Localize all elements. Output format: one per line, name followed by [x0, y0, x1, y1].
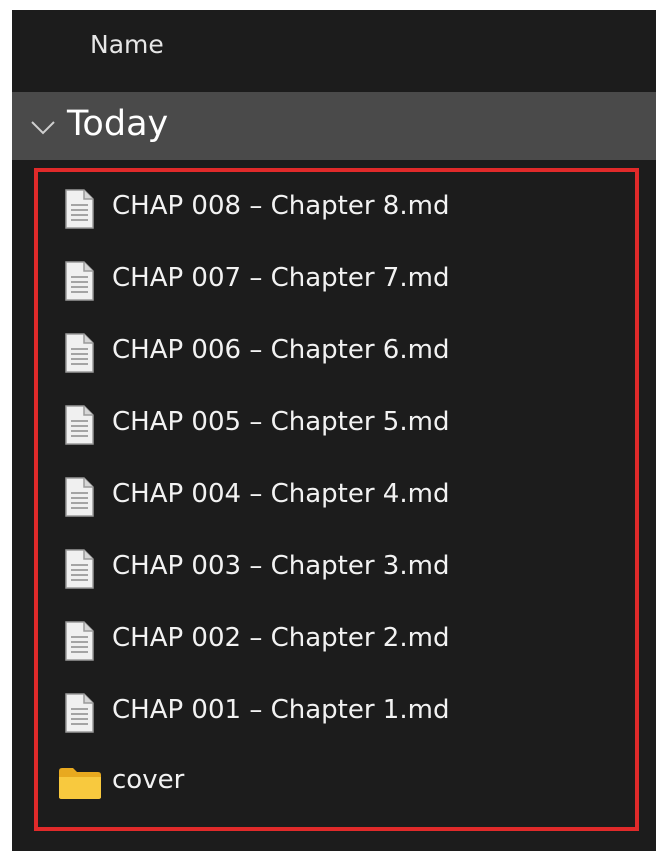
- list-item[interactable]: CHAP 007 – Chapter 7.md: [38, 249, 635, 313]
- column-header: Name: [12, 10, 656, 92]
- file-name: CHAP 001 – Chapter 1.md: [112, 695, 450, 725]
- list-item[interactable]: CHAP 002 – Chapter 2.md: [38, 609, 635, 673]
- document-icon: [65, 261, 94, 301]
- list-item[interactable]: CHAP 005 – Chapter 5.md: [38, 393, 635, 457]
- list-item[interactable]: CHAP 004 – Chapter 4.md: [38, 465, 635, 529]
- document-icon: [65, 693, 94, 733]
- document-icon: [65, 405, 94, 445]
- document-icon: [65, 477, 94, 517]
- name-column-header[interactable]: Name: [90, 30, 164, 59]
- file-name: CHAP 003 – Chapter 3.md: [112, 551, 450, 581]
- file-name: CHAP 006 – Chapter 6.md: [112, 335, 450, 365]
- file-explorer-window: Name Today CHAP 008 – Chapter 8.md CHAP …: [12, 10, 656, 851]
- file-name: CHAP 008 – Chapter 8.md: [112, 191, 450, 221]
- list-item[interactable]: CHAP 003 – Chapter 3.md: [38, 537, 635, 601]
- chevron-down-icon[interactable]: [28, 112, 58, 142]
- file-name: CHAP 004 – Chapter 4.md: [112, 479, 450, 509]
- group-header-today[interactable]: Today: [12, 92, 656, 160]
- document-icon: [65, 621, 94, 661]
- list-item[interactable]: CHAP 008 – Chapter 8.md: [38, 177, 635, 241]
- folder-name: cover: [112, 765, 185, 795]
- group-label: Today: [67, 104, 169, 144]
- document-icon: [65, 189, 94, 229]
- folder-icon: [59, 768, 101, 799]
- file-name: CHAP 005 – Chapter 5.md: [112, 407, 450, 437]
- file-list-highlight: CHAP 008 – Chapter 8.md CHAP 007 – Chapt…: [34, 168, 639, 831]
- document-icon: [65, 333, 94, 373]
- file-name: CHAP 007 – Chapter 7.md: [112, 263, 450, 293]
- list-item[interactable]: CHAP 001 – Chapter 1.md: [38, 681, 635, 745]
- list-item[interactable]: CHAP 006 – Chapter 6.md: [38, 321, 635, 385]
- file-name: CHAP 002 – Chapter 2.md: [112, 623, 450, 653]
- document-icon: [65, 549, 94, 589]
- list-item-folder[interactable]: cover: [38, 751, 635, 815]
